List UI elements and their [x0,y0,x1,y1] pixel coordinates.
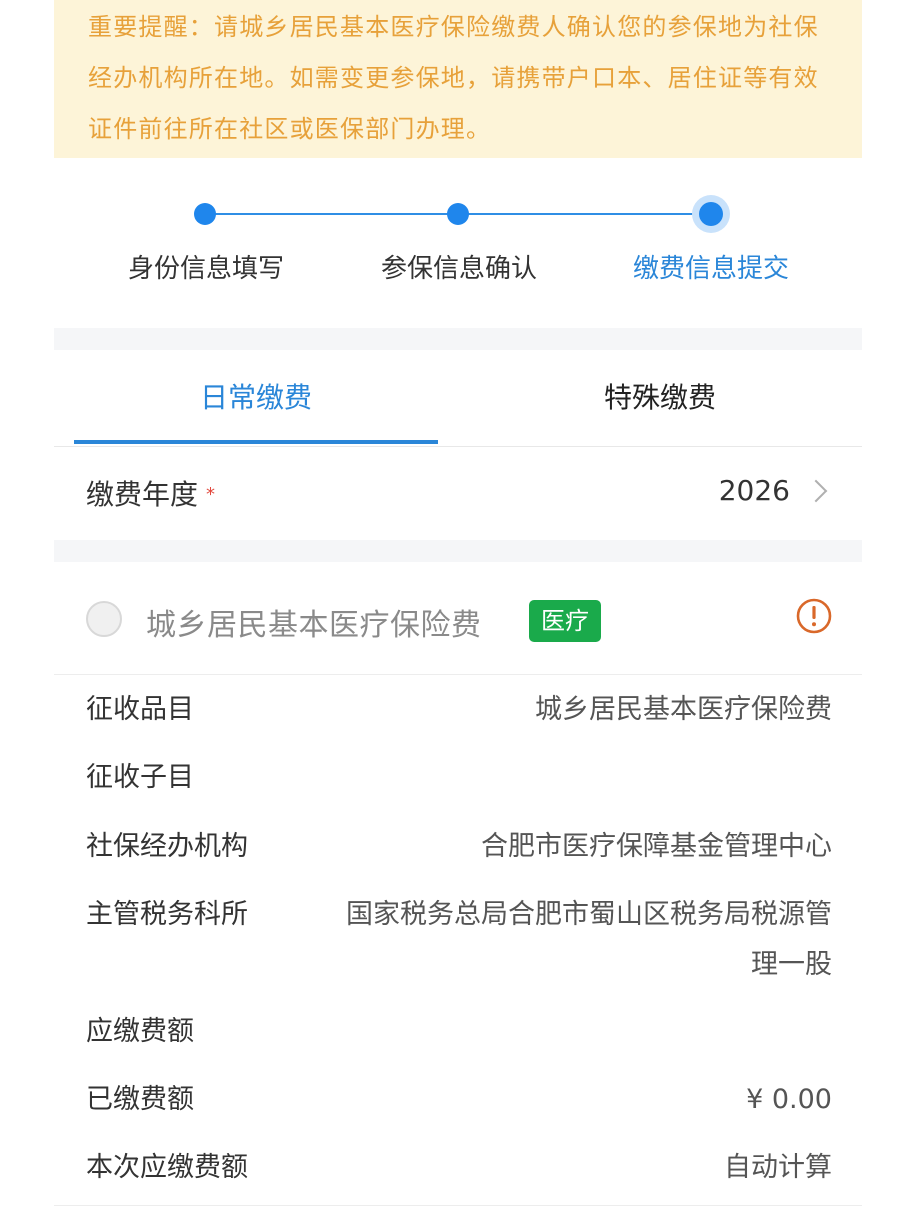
detail-value: 合肥市医疗保障基金管理中心 [481,831,832,862]
detail-label: 本次应缴费额 [86,1152,248,1183]
detail-row-tax-office: 主管税务科所 国家税务总局合肥市蜀山区税务局税源管理一股 [54,893,862,993]
detail-label: 已缴费额 [86,1084,194,1115]
exclamation-circle-icon[interactable] [796,598,832,634]
active-tab-indicator [74,440,438,444]
step-connector-1 [206,213,458,215]
bottom-divider [54,1205,862,1206]
chevron-right-icon [804,479,828,503]
detail-row-social-security-agency: 社保经办机构 合肥市医疗保障基金管理中心 [54,825,862,875]
important-notice: 重要提醒：请城乡居民基本医疗保险缴费人确认您的参保地为社保经办机构所在地。如需变… [54,0,862,158]
insurance-item-title: 城乡居民基本医疗保险费 [146,608,482,643]
section-divider [54,328,862,350]
detail-label: 社保经办机构 [86,831,248,862]
payment-year-label: 缴费年度 * [86,473,215,513]
insurance-item-header: 城乡居民基本医疗保险费 医疗 [54,562,862,675]
detail-label: 征收子目 [86,762,194,793]
step-connector-2 [458,213,712,215]
detail-row-collection-item: 征收品目 城乡居民基本医疗保险费 [54,688,862,738]
required-mark: * [206,484,216,505]
step-label-payment: 缴费信息提交 [632,254,789,284]
detail-value: 国家税务总局合肥市蜀山区税务局税源管理一股 [346,899,832,980]
insurance-item-radio[interactable] [86,601,122,637]
medical-badge: 医疗 [529,600,601,642]
step-dot-2 [447,203,469,225]
step-dot-1 [194,203,216,225]
step-label-insurance: 参保信息确认 [380,254,537,284]
detail-value: ¥ 0.00 [746,1084,832,1115]
section-divider-2 [54,540,862,562]
detail-row-amount-paid: 已缴费额 ¥ 0.00 [54,1078,862,1128]
progress-steps: 身份信息填写 参保信息确认 缴费信息提交 [54,158,862,328]
notice-text: 重要提醒：请城乡居民基本医疗保险缴费人确认您的参保地为社保经办机构所在地。如需变… [88,13,819,143]
detail-value: 城乡居民基本医疗保险费 [535,694,832,725]
detail-row-current-amount-due: 本次应缴费额 自动计算 [54,1146,862,1196]
detail-label: 征收品目 [86,694,194,725]
payment-year-field[interactable]: 缴费年度 * 2026 [54,447,862,540]
step-dot-3 [699,202,723,226]
tab-special-payment[interactable]: 特殊缴费 [458,350,862,446]
payment-year-value: 2026 [718,474,790,507]
tab-regular-payment[interactable]: 日常缴费 [74,350,438,446]
payment-tabs: 日常缴费 特殊缴费 [54,350,862,447]
detail-value: 自动计算 [724,1152,832,1183]
detail-row-amount-due: 应缴费额 [54,1010,862,1060]
payment-year-label-text: 缴费年度 [86,478,199,511]
payment-page: 重要提醒：请城乡居民基本医疗保险缴费人确认您的参保地为社保经办机构所在地。如需变… [54,0,862,1218]
detail-label: 主管税务科所 [86,899,248,930]
step-label-identity: 身份信息填写 [127,254,284,284]
detail-label: 应缴费额 [86,1016,194,1047]
detail-row-collection-subitem: 征收子目 [54,756,862,806]
